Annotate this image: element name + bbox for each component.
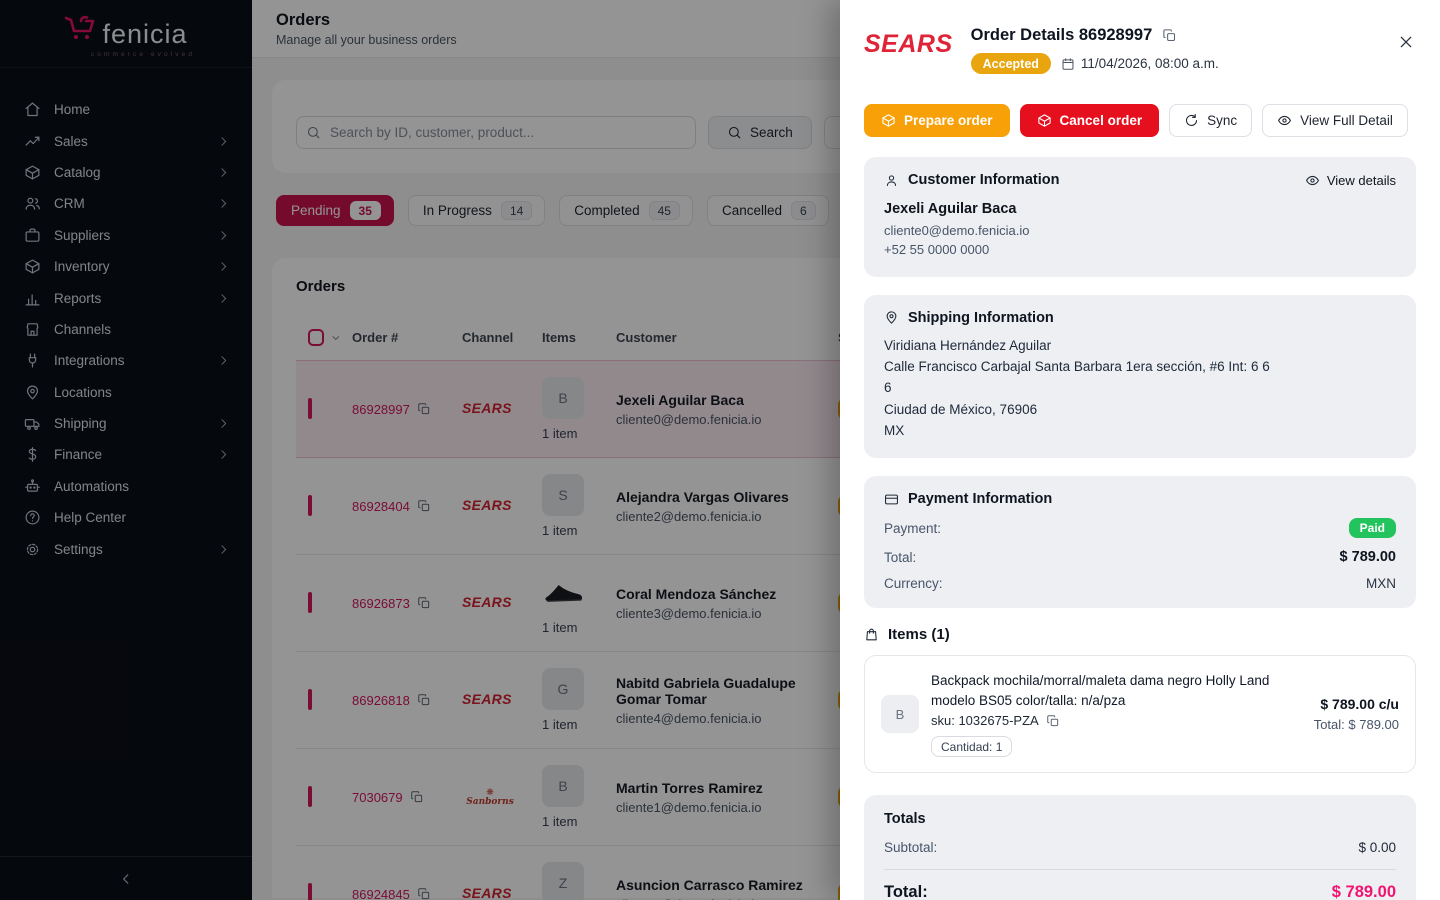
order-details-drawer: SEARS Order Details 86928997 Accepted 11…: [840, 0, 1440, 900]
close-icon[interactable]: [1398, 34, 1414, 50]
subtotal-value: $ 0.00: [1358, 840, 1396, 855]
total-label: Total:: [884, 883, 928, 900]
cancel-order-button[interactable]: Cancel order: [1020, 104, 1160, 137]
shipping-city: Ciudad de México, 76906: [884, 399, 1396, 420]
payment-total-label: Total:: [884, 550, 916, 565]
copy-icon[interactable]: [1046, 714, 1060, 728]
total-value: $ 789.00: [1332, 883, 1396, 900]
item-thumbnail: B: [881, 695, 919, 733]
drawer-actions: Prepare order Cancel order Sync View Ful…: [840, 86, 1440, 157]
totals-card: Totals Subtotal: $ 0.00 Total: $ 789.00 …: [864, 795, 1416, 900]
order-date: 11/04/2026, 08:00 a.m.: [1061, 56, 1219, 71]
refresh-icon: [1184, 113, 1199, 128]
credit-card-icon: [884, 492, 899, 507]
view-details-link[interactable]: View details: [1305, 173, 1396, 188]
item-unit-price: $ 789.00 c/u: [1314, 696, 1399, 712]
customer-email: cliente0@demo.fenicia.io: [884, 222, 1396, 241]
view-full-detail-button[interactable]: View Full Detail: [1262, 104, 1408, 137]
paid-badge: Paid: [1349, 518, 1396, 538]
item-name: Backpack mochila/morral/maleta dama negr…: [931, 671, 1302, 710]
map-pin-icon: [884, 310, 899, 325]
copy-icon[interactable]: [1162, 28, 1177, 43]
item-sku: sku: 1032675-PZA: [931, 713, 1039, 728]
shipping-country: MX: [884, 420, 1396, 441]
package-icon: [881, 113, 896, 128]
eye-icon: [1305, 173, 1320, 188]
order-status-badge: Accepted: [971, 53, 1051, 74]
customer-name: Jexeli Aguilar Baca: [884, 201, 1396, 217]
payment-info-title: Payment Information: [908, 491, 1396, 507]
item-total: Total: $ 789.00: [1314, 717, 1399, 732]
divider: [884, 869, 1396, 870]
shipping-information-card: Shipping Information Viridiana Hernández…: [864, 295, 1416, 459]
shipping-address-line: 6: [884, 377, 1396, 398]
subtotal-label: Subtotal:: [884, 840, 937, 855]
shipping-name: Viridiana Hernández Aguilar: [884, 335, 1396, 356]
prepare-order-button[interactable]: Prepare order: [864, 104, 1010, 137]
customer-information-card: Customer Information View details Jexeli…: [864, 157, 1416, 277]
payment-total-value: $ 789.00: [1340, 549, 1396, 565]
calendar-icon: [1061, 57, 1075, 71]
sync-button[interactable]: Sync: [1169, 104, 1252, 137]
payment-label: Payment:: [884, 521, 941, 536]
items-section-header: Items (1): [864, 626, 1416, 643]
totals-title: Totals: [884, 811, 1396, 827]
channel-logo-sears: SEARS: [864, 30, 953, 59]
shipping-info-title: Shipping Information: [908, 310, 1396, 326]
customer-info-title: Customer Information: [908, 172, 1296, 188]
shipping-address-line: Calle Francisco Carbajal Santa Barbara 1…: [884, 356, 1396, 377]
drawer-title: Order Details 86928997: [971, 26, 1153, 45]
package-icon: [1037, 113, 1052, 128]
customer-phone: +52 55 0000 0000: [884, 241, 1396, 260]
order-item-card: B Backpack mochila/morral/maleta dama ne…: [864, 655, 1416, 773]
eye-icon: [1277, 113, 1292, 128]
items-title: Items (1): [888, 626, 950, 643]
payment-information-card: Payment Information Payment: Paid Total:…: [864, 476, 1416, 608]
drawer-header: SEARS Order Details 86928997 Accepted 11…: [840, 0, 1440, 86]
shopping-bag-icon: [864, 627, 879, 642]
item-quantity-chip: Cantidad: 1: [931, 736, 1012, 757]
person-icon: [884, 173, 899, 188]
payment-currency-label: Currency:: [884, 576, 943, 591]
payment-currency-value: MXN: [1366, 576, 1396, 591]
